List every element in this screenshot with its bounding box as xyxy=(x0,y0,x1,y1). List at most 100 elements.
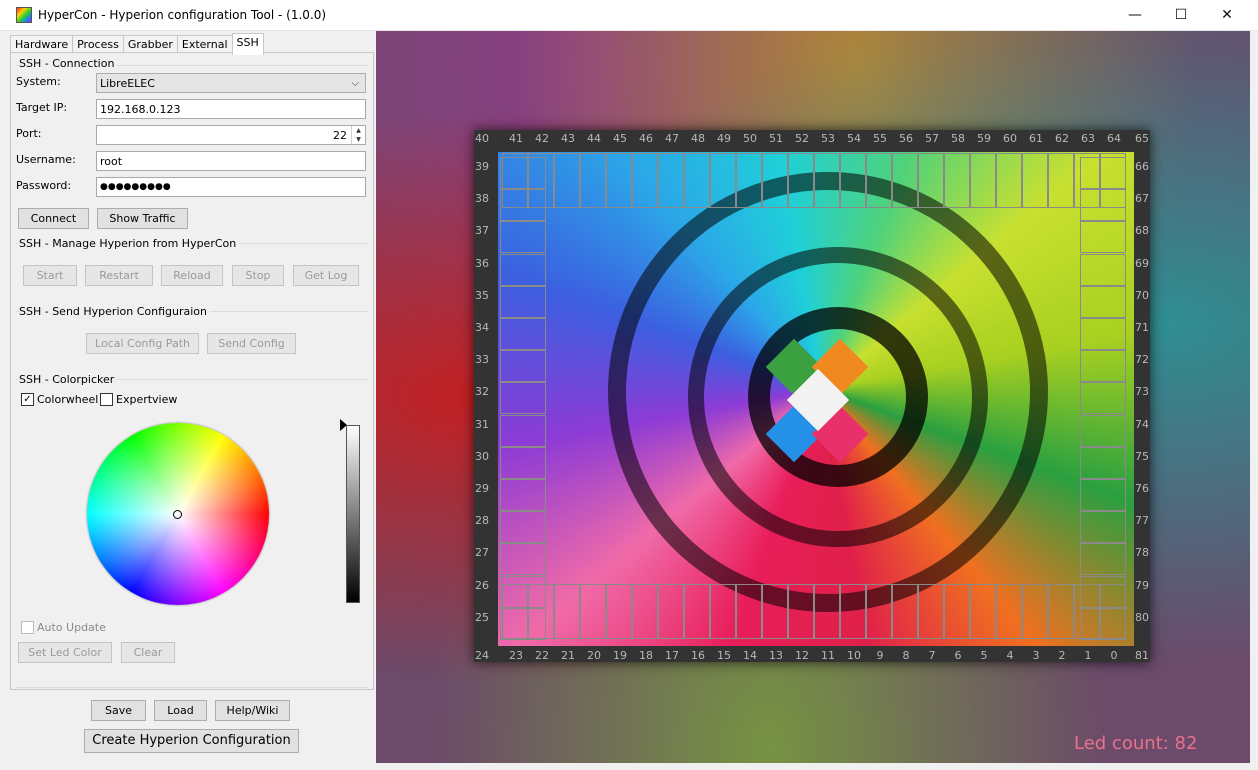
led-box xyxy=(710,153,736,208)
port-stepper[interactable]: 22 ▲ ▼ xyxy=(96,125,366,145)
led-box xyxy=(814,584,840,639)
username-field[interactable]: root xyxy=(96,151,366,171)
save-button[interactable]: Save xyxy=(91,700,146,721)
led-box xyxy=(500,189,546,222)
set-led-color-button[interactable]: Set Led Color xyxy=(18,642,112,663)
create-configuration-button[interactable]: Create Hyperion Configuration xyxy=(84,729,299,753)
led-index-label: 23 xyxy=(509,649,523,662)
led-box xyxy=(736,153,762,208)
led-index-label: 56 xyxy=(899,132,913,145)
led-index-label: 47 xyxy=(665,132,679,145)
led-box xyxy=(788,153,814,208)
brightness-slider[interactable] xyxy=(346,425,360,603)
led-box xyxy=(684,584,710,639)
local-config-path-button[interactable]: Local Config Path xyxy=(86,333,199,354)
led-index-label: 21 xyxy=(561,649,575,662)
led-box xyxy=(500,479,546,511)
port-value: 22 xyxy=(333,129,347,142)
app-icon xyxy=(16,7,32,23)
show-traffic-button[interactable]: Show Traffic xyxy=(97,208,188,229)
led-box xyxy=(500,575,546,608)
led-index-label: 19 xyxy=(613,649,627,662)
led-index-label: 63 xyxy=(1081,132,1095,145)
led-box xyxy=(814,153,840,208)
port-label: Port: xyxy=(16,127,42,140)
led-index-label: 40 xyxy=(475,132,489,145)
led-index-label: 32 xyxy=(475,385,489,399)
led-index-label: 25 xyxy=(475,610,489,624)
target-ip-field[interactable]: 192.168.0.123 xyxy=(96,99,366,119)
led-index-label: 1 xyxy=(1084,649,1092,662)
led-box xyxy=(500,511,546,544)
connect-button[interactable]: Connect xyxy=(18,208,89,229)
load-button[interactable]: Load xyxy=(154,700,207,721)
tab-ssh[interactable]: SSH xyxy=(231,33,264,55)
led-index-label: 38 xyxy=(475,192,489,206)
get-log-button[interactable]: Get Log xyxy=(293,265,359,286)
minimize-button[interactable]: — xyxy=(1112,0,1158,30)
led-index-label: 11 xyxy=(821,649,835,662)
led-index-label: 3 xyxy=(1032,649,1040,662)
led-box xyxy=(500,253,546,286)
system-select[interactable]: LibreELEC ⌵ xyxy=(96,73,366,93)
led-index-label: 58 xyxy=(951,132,965,145)
manage-group-title: SSH - Manage Hyperion from HyperCon xyxy=(19,237,240,250)
restart-button[interactable]: Restart xyxy=(85,265,153,286)
led-index-label: 15 xyxy=(717,649,731,662)
led-box xyxy=(788,584,814,639)
led-box xyxy=(1080,414,1126,447)
reload-button[interactable]: Reload xyxy=(161,265,223,286)
led-box xyxy=(1080,253,1126,286)
led-box xyxy=(1080,446,1126,479)
maximize-button[interactable]: ☐ xyxy=(1158,0,1204,30)
led-box xyxy=(866,584,892,639)
settings-panel: Hardware Process Grabber External SSH SS… xyxy=(0,31,376,770)
colorpicker-group-title: SSH - Colorpicker xyxy=(19,373,118,386)
expertview-checkbox[interactable]: Expertview xyxy=(100,393,177,406)
led-box xyxy=(1048,153,1074,208)
checkbox-box xyxy=(100,393,113,406)
led-index-label: 26 xyxy=(475,578,489,592)
led-index-label: 7 xyxy=(928,649,936,662)
close-button[interactable]: ✕ xyxy=(1204,0,1250,30)
led-box xyxy=(996,153,1022,208)
led-index-label: 42 xyxy=(535,132,549,145)
led-box xyxy=(1022,584,1048,639)
send-config-button[interactable]: Send Config xyxy=(207,333,296,354)
led-index-label: 16 xyxy=(691,649,705,662)
led-index-label: 9 xyxy=(876,649,884,662)
led-box xyxy=(500,607,546,640)
led-box xyxy=(500,543,546,576)
window-edge xyxy=(1250,31,1258,770)
led-index-label: 51 xyxy=(769,132,783,145)
led-index-label: 52 xyxy=(795,132,809,145)
led-box xyxy=(840,153,866,208)
stop-button[interactable]: Stop xyxy=(232,265,284,286)
group-divider xyxy=(15,687,369,688)
led-index-label: 28 xyxy=(475,514,489,528)
led-index-label: 6 xyxy=(954,649,962,662)
stepper-arrows-icon[interactable]: ▲ ▼ xyxy=(351,126,365,144)
help-wiki-button[interactable]: Help/Wiki xyxy=(215,700,290,721)
led-index-label: 74 xyxy=(1135,417,1149,431)
led-index-label: 36 xyxy=(475,256,489,270)
window-title: HyperCon - Hyperion configuration Tool -… xyxy=(38,8,327,22)
led-box xyxy=(658,584,684,639)
led-index-label: 8 xyxy=(902,649,910,662)
password-field[interactable]: ●●●●●●●●● xyxy=(96,177,366,197)
clear-button[interactable]: Clear xyxy=(121,642,175,663)
led-index-label: 41 xyxy=(509,132,523,145)
color-wheel-cursor[interactable] xyxy=(173,510,182,519)
led-box xyxy=(1080,543,1126,576)
start-button[interactable]: Start xyxy=(23,265,77,286)
led-box xyxy=(500,157,546,189)
led-index-label: 22 xyxy=(535,649,549,662)
colorwheel-checkbox[interactable]: ✓ Colorwheel xyxy=(21,393,98,406)
led-box xyxy=(554,153,580,208)
auto-update-checkbox[interactable]: Auto Update xyxy=(21,621,106,634)
led-index-label: 10 xyxy=(847,649,861,662)
send-group-title: SSH - Send Hyperion Configuraion xyxy=(19,305,210,318)
led-box xyxy=(500,318,546,350)
led-index-label: 79 xyxy=(1135,578,1149,592)
led-index-label: 62 xyxy=(1055,132,1069,145)
